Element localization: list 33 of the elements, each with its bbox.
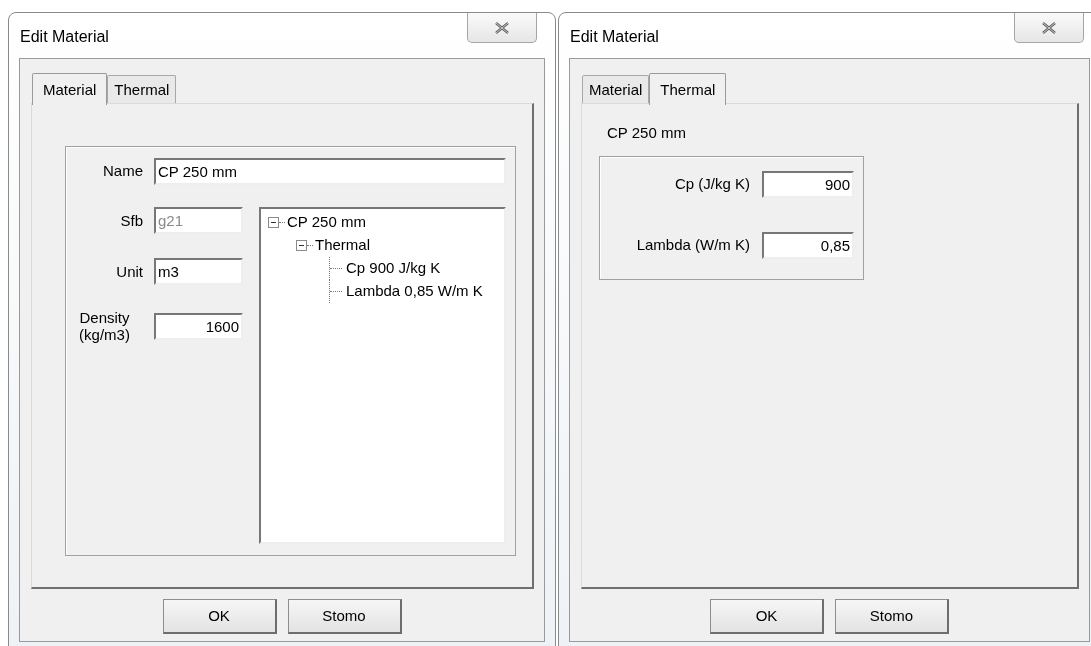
tree-item[interactable]: Thermal (315, 234, 370, 257)
window-title: Edit Material (570, 27, 659, 47)
field-label: Cp (J/kg K) (674, 174, 750, 195)
close-icon (1041, 20, 1057, 35)
close-button[interactable] (467, 13, 537, 43)
caption: CP 250 mm (607, 123, 687, 142)
close-icon (494, 20, 510, 35)
close-button[interactable] (1014, 13, 1084, 43)
tab[interactable]: Thermal (107, 75, 177, 103)
input-field[interactable]: 0,85 (762, 232, 854, 259)
field-label: Unit (115, 263, 143, 280)
input-field[interactable]: CP 250 mm (154, 158, 506, 185)
dialog-button[interactable]: Stomo (835, 599, 949, 634)
dialog-button[interactable]: Stomo (287, 599, 402, 634)
tab[interactable]: Material (32, 73, 108, 105)
dialog-button[interactable]: OK (710, 599, 824, 634)
tab[interactable]: Thermal (649, 73, 727, 105)
field-label: Name (102, 161, 143, 182)
input-field[interactable]: m3 (154, 258, 243, 285)
minus-icon[interactable] (296, 240, 307, 251)
field-label: Lambda (W/m K) (635, 235, 750, 256)
input-field[interactable]: 900 (762, 171, 854, 198)
field-label: Density (kg/m3) (78, 309, 131, 343)
minus-icon[interactable] (268, 217, 279, 228)
field-label: Sfb (119, 212, 143, 229)
dialog-button[interactable]: OK (162, 599, 277, 634)
tree-view[interactable]: CP 250 mm Thermal Cp 900 J/kg K Lambda 0,85 W/m K (259, 207, 506, 544)
tree-item[interactable]: Cp 900 J/kg K (346, 257, 441, 280)
tree-item[interactable]: CP 250 mm (287, 211, 366, 234)
tab[interactable]: Material (582, 75, 650, 103)
window-title: Edit Material (20, 27, 109, 47)
input-field[interactable]: 1600 (154, 312, 243, 340)
tree-item[interactable]: Lambda 0,85 W/m K (346, 280, 483, 303)
